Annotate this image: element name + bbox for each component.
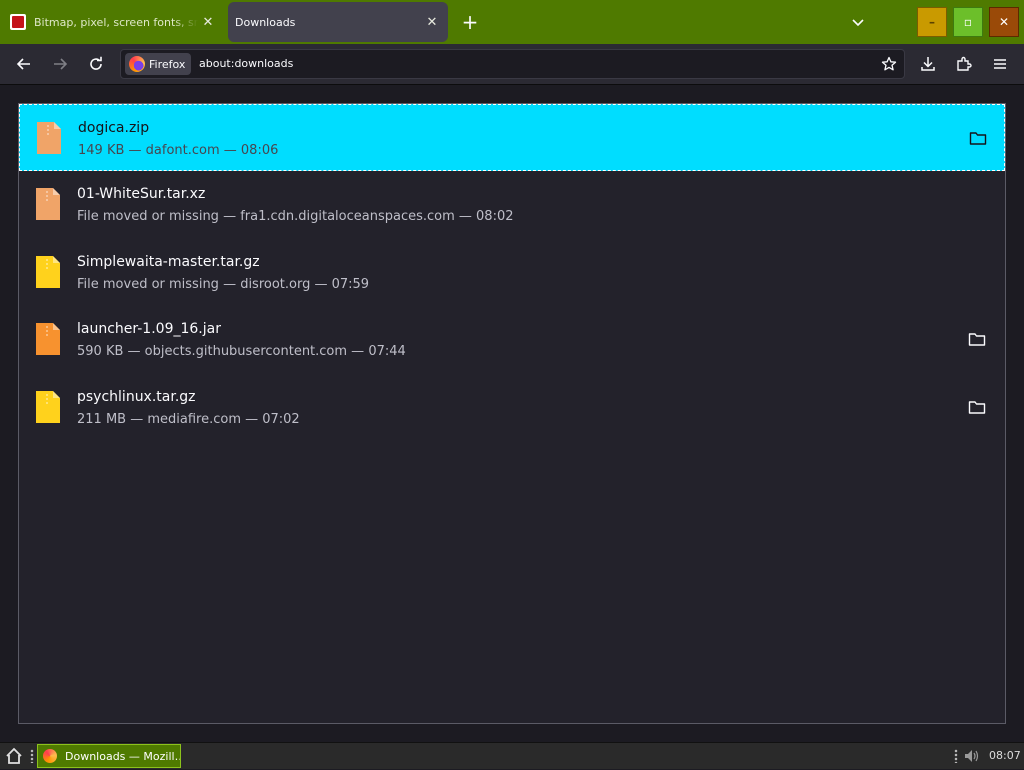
taskbar-window-downloads[interactable]: Downloads — Mozill… [37, 744, 181, 768]
list-all-tabs-button[interactable] [846, 10, 870, 34]
archive-file-icon [36, 188, 60, 220]
panel-grip-icon [30, 749, 34, 763]
clock: 08:07 [989, 749, 1021, 762]
hamburger-menu-icon [994, 59, 1006, 69]
archive-file-icon [36, 391, 60, 423]
start-menu-button[interactable] [4, 746, 24, 766]
extensions-button[interactable] [950, 50, 978, 78]
house-icon [6, 747, 22, 764]
jar-file-icon [36, 323, 60, 355]
arrow-left-icon [16, 58, 30, 70]
close-window-button[interactable]: ✕ [989, 7, 1019, 37]
tab-label: Bitmap, pixel, screen fonts, small fo [34, 15, 198, 29]
archive-file-icon [36, 256, 60, 288]
forward-button[interactable] [46, 50, 74, 78]
speaker-icon [965, 750, 979, 762]
download-details: File moved or missing — fra1.cdn.digital… [77, 209, 514, 224]
firefox-logo-icon [43, 749, 57, 763]
download-item[interactable]: 01-WhiteSur.tar.xz File moved or missing … [19, 171, 1005, 238]
download-filename: 01-WhiteSur.tar.xz [77, 186, 206, 202]
download-item[interactable]: Simplewaita-master.tar.gz File moved or m… [19, 239, 1005, 306]
puzzle-icon [957, 56, 972, 71]
reload-button[interactable] [82, 50, 110, 78]
tab-downloads[interactable]: Downloads ✕ [228, 2, 448, 42]
taskbar: Downloads — Mozill… 08:07 [0, 742, 1024, 769]
zip-file-icon [37, 122, 61, 154]
download-details: 590 KB — objects.githubusercontent.com —… [77, 344, 406, 359]
address-bar[interactable]: Firefox about:downloads [120, 49, 905, 79]
identity-label: Firefox [149, 57, 186, 71]
download-filename: launcher-1.09_16.jar [77, 321, 221, 337]
download-item[interactable]: launcher-1.09_16.jar 590 KB — objects.git… [19, 306, 1005, 373]
download-filename: psychlinux.tar.gz [77, 389, 196, 405]
download-details: 211 MB — mediafire.com — 07:02 [77, 412, 300, 427]
show-in-folder-icon[interactable] [969, 130, 987, 146]
identity-box[interactable]: Firefox [125, 53, 192, 75]
url-text[interactable]: about:downloads [199, 57, 293, 70]
downloads-list: dogica.zip 149 KB — dafont.com — 08:06 01-… [18, 103, 1006, 724]
taskbar-window-label: Downloads — Mozill… [65, 749, 180, 763]
star-icon [881, 56, 897, 71]
downloads-button[interactable] [914, 50, 942, 78]
tab-dafont[interactable]: Bitmap, pixel, screen fonts, small fo ✕ [4, 2, 224, 42]
firefox-logo-icon [129, 56, 145, 72]
close-tab-icon[interactable]: ✕ [422, 12, 442, 32]
show-in-folder-icon[interactable] [968, 399, 986, 415]
back-button[interactable] [10, 50, 38, 78]
app-menu-button[interactable] [986, 50, 1014, 78]
show-in-folder-icon[interactable] [968, 331, 986, 347]
minimize-window-button[interactable]: – [917, 7, 947, 37]
arrow-right-icon [54, 58, 68, 70]
download-filename: dogica.zip [78, 120, 150, 136]
dafont-favicon-icon [10, 14, 26, 30]
bookmark-button[interactable] [880, 55, 898, 73]
chevron-down-icon [852, 19, 864, 27]
maximize-window-button[interactable]: ▫ [953, 7, 983, 37]
reload-icon [90, 56, 102, 70]
new-tab-button[interactable]: + [458, 10, 482, 34]
download-filename: Simplewaita-master.tar.gz [77, 254, 260, 270]
download-item[interactable]: dogica.zip 149 KB — dafont.com — 08:06 [19, 104, 1005, 171]
tab-strip: Bitmap, pixel, screen fonts, small fo ✕ … [0, 0, 1024, 44]
close-tab-icon[interactable]: ✕ [198, 12, 218, 32]
panel-grip-icon [954, 749, 958, 763]
download-details: File moved or missing — disroot.org — 07… [77, 277, 370, 292]
download-details: 149 KB — dafont.com — 08:06 [78, 143, 279, 158]
tab-label: Downloads [235, 15, 296, 29]
download-icon [921, 57, 935, 71]
volume-button[interactable] [963, 748, 981, 764]
download-item[interactable]: psychlinux.tar.gz 211 MB — mediafire.com … [19, 374, 1005, 441]
